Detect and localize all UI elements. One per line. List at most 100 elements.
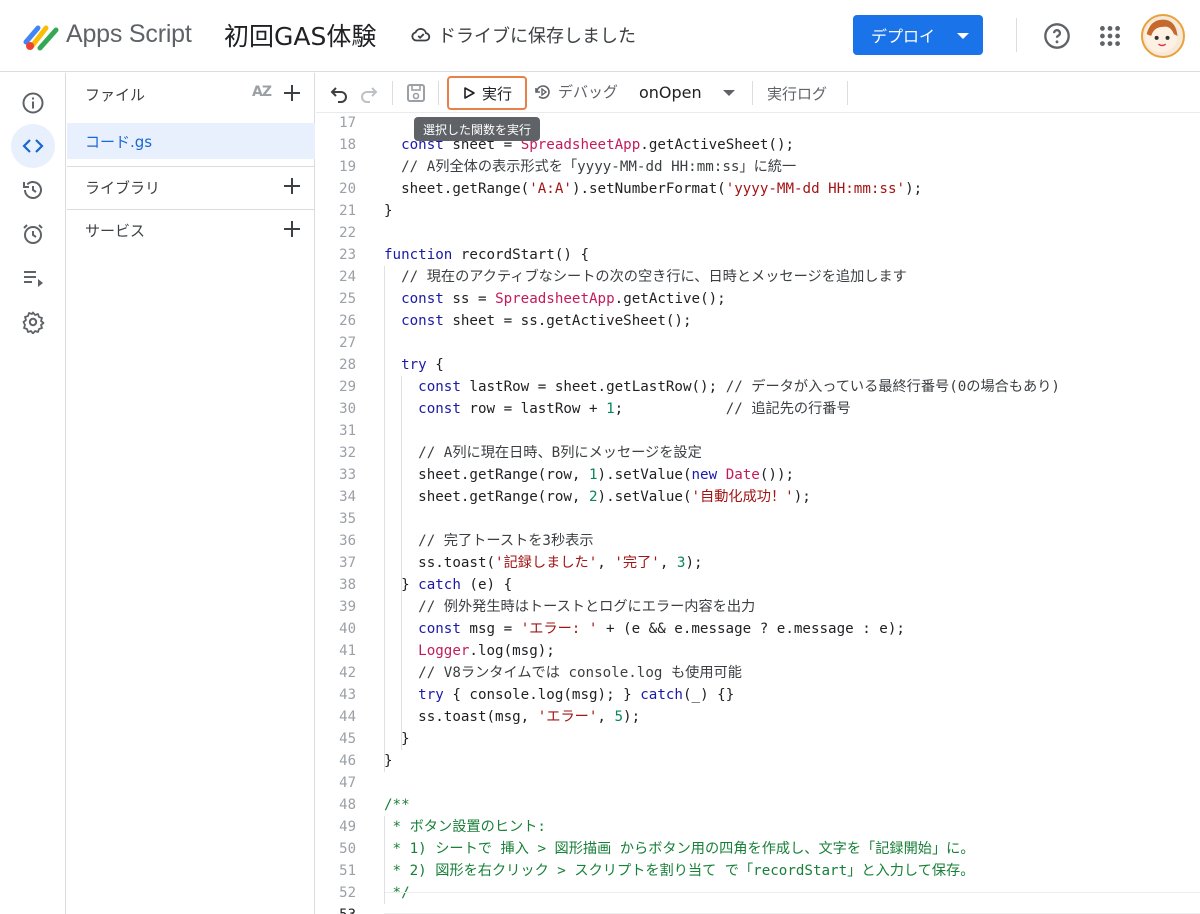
avatar[interactable]: [1141, 14, 1185, 58]
code-line[interactable]: 51 * 2) 図形を右クリック > スクリプトを割り当て で「recordSt…: [316, 860, 1200, 882]
code-line[interactable]: 19 // A列全体の表示形式を「yyyy-MM-dd HH:mm:ss」に統一: [316, 156, 1200, 178]
debug-label: デバッグ: [558, 83, 619, 101]
line-number: 46: [339, 753, 356, 769]
code-text: * 1) シートで 挿入 > 図形描画 からボタン用の四角を作成し、文字を「記録…: [384, 841, 975, 857]
code-line[interactable]: 22: [316, 222, 1200, 244]
code-text: // V8ランタイムでは console.log も使用可能: [418, 665, 742, 681]
line-number: 49: [339, 819, 356, 835]
line-number: 24: [339, 269, 356, 285]
code-line[interactable]: 28 try {: [316, 354, 1200, 376]
code-line[interactable]: 21}: [316, 200, 1200, 222]
code-line[interactable]: 45 }: [316, 728, 1200, 750]
code-line[interactable]: 34 sheet.getRange(row, 2).setValue('自動化成…: [316, 486, 1200, 508]
save-status-text: ドライブに保存しました: [438, 26, 636, 47]
redo-icon[interactable]: [358, 82, 380, 104]
line-number: 34: [339, 489, 356, 505]
line-number: 42: [339, 665, 356, 681]
code-line[interactable]: 50 * 1) シートで 挿入 > 図形描画 からボタン用の四角を作成し、文字を…: [316, 838, 1200, 860]
code-text: const msg = 'エラー: ' + (e && e.message ? …: [418, 621, 905, 637]
files-panel: ファイル AZ コード.gs ライブラリ サービス: [67, 73, 315, 914]
libraries-row[interactable]: ライブラリ: [67, 166, 315, 208]
play-icon: [464, 87, 475, 99]
code-line[interactable]: 43 try { console.log(msg); } catch(_) {}: [316, 684, 1200, 706]
settings-icon: [22, 311, 45, 334]
code-text: }: [384, 203, 393, 219]
line-number: 45: [339, 731, 356, 747]
code-line[interactable]: 24 // 現在のアクティブなシートの次の空き行に、日時とメッセージを追加します: [316, 266, 1200, 288]
debug-button[interactable]: デバッグ: [534, 81, 618, 102]
code-line[interactable]: 37 ss.toast('記録しました', '完了', 3);: [316, 552, 1200, 574]
code-line[interactable]: 39 // 例外発生時はトーストとログにエラー内容を出力: [316, 596, 1200, 618]
code-editor[interactable]: 17 18 const sheet = SpreadsheetApp.getAct…: [316, 114, 1200, 914]
code-line[interactable]: 29 const lastRow = sheet.getLastRow(); /…: [316, 376, 1200, 398]
code-line[interactable]: 48 /**: [316, 794, 1200, 816]
code-line[interactable]: 23 function recordStart() {: [316, 244, 1200, 266]
apps-grid-icon[interactable]: [1097, 23, 1123, 49]
header-divider: [1016, 18, 1017, 52]
executions-button[interactable]: [11, 256, 55, 300]
code-text: // 完了トーストを3秒表示: [418, 533, 594, 549]
line-number: 21: [339, 203, 356, 219]
save-icon[interactable]: [405, 82, 427, 104]
function-select[interactable]: onOpen: [639, 83, 702, 102]
code-line[interactable]: 30 const row = lastRow + 1; // 追記先の行番号: [316, 398, 1200, 420]
settings-button[interactable]: [11, 300, 55, 344]
run-button[interactable]: 実行: [447, 76, 527, 110]
indent-guide: [384, 816, 385, 904]
deploy-label: デプロイ: [871, 27, 936, 46]
line-number: 51: [339, 863, 356, 879]
services-row[interactable]: サービス: [67, 209, 315, 251]
history-icon: [23, 181, 42, 199]
line-number: 19: [339, 159, 356, 175]
add-library-icon[interactable]: [281, 175, 303, 197]
line-number: 41: [339, 643, 356, 659]
undo-icon[interactable]: [328, 82, 350, 104]
code-line[interactable]: 33 sheet.getRange(row, 1).setValue(new D…: [316, 464, 1200, 486]
code-line[interactable]: 46}: [316, 750, 1200, 772]
deploy-button[interactable]: デプロイ: [853, 15, 983, 55]
code-line[interactable]: 47: [316, 772, 1200, 794]
chevron-down-icon[interactable]: [723, 90, 735, 96]
code-line[interactable]: 36 // 完了トーストを3秒表示: [316, 530, 1200, 552]
line-number: 35: [339, 511, 356, 527]
code-line[interactable]: 49 * ボタン設置のヒント:: [316, 816, 1200, 838]
line-number: 38: [339, 577, 356, 593]
line-number: 31: [339, 423, 356, 439]
code-text: * 2) 図形を右クリック > スクリプトを割り当て で「recordStart…: [384, 863, 975, 879]
code-line[interactable]: 25 const ss = SpreadsheetApp.getActive()…: [316, 288, 1200, 310]
apps-script-logo[interactable]: [22, 20, 62, 52]
code-line[interactable]: 27: [316, 332, 1200, 354]
add-service-icon[interactable]: [281, 218, 303, 240]
code-text: // A列に現在日時、B列にメッセージを設定: [418, 445, 702, 461]
code-line[interactable]: 44 ss.toast(msg, 'エラー', 5);: [316, 706, 1200, 728]
project-title[interactable]: 初回GAS体験: [224, 17, 376, 53]
triggers-button[interactable]: [11, 212, 55, 256]
line-number: 25: [339, 291, 356, 307]
code-text: // 例外発生時はトーストとログにエラー内容を出力: [418, 599, 756, 615]
sort-az-icon[interactable]: AZ: [252, 84, 272, 100]
code-line[interactable]: 42 // V8ランタイムでは console.log も使用可能: [316, 662, 1200, 684]
code-line[interactable]: 26 const sheet = ss.getActiveSheet();: [316, 310, 1200, 332]
code-text: /**: [384, 797, 410, 813]
code-line[interactable]: 35: [316, 508, 1200, 530]
code-line[interactable]: 40 const msg = 'エラー: ' + (e && e.message…: [316, 618, 1200, 640]
code-line[interactable]: 31: [316, 420, 1200, 442]
overview-button[interactable]: [11, 81, 55, 125]
save-status: ドライブに保存しました: [410, 22, 636, 48]
code-line[interactable]: 20 sheet.getRange('A:A').setNumberFormat…: [316, 178, 1200, 200]
code-text: sheet.getRange(row, 1).setValue(new Date…: [384, 467, 795, 483]
code-line[interactable]: 32 // A列に現在日時、B列にメッセージを設定: [316, 442, 1200, 464]
editor-button[interactable]: [11, 124, 55, 168]
add-file-icon[interactable]: [281, 82, 303, 104]
execution-log-button[interactable]: 実行ログ: [767, 83, 827, 104]
line-number: 52: [339, 885, 356, 901]
code-line[interactable]: 38 } catch (e) {: [316, 574, 1200, 596]
file-item-code-gs[interactable]: コード.gs: [67, 123, 315, 159]
code-line[interactable]: 41 Logger.log(msg);: [316, 640, 1200, 662]
history-button[interactable]: [11, 168, 55, 212]
code-text: ss.toast(msg, 'エラー', 5);: [384, 709, 641, 725]
debug-icon: [535, 84, 550, 99]
help-icon[interactable]: [1043, 22, 1071, 50]
code-text: ss.toast('記録しました', '完了', 3);: [384, 555, 703, 571]
line-number: 22: [339, 225, 356, 241]
